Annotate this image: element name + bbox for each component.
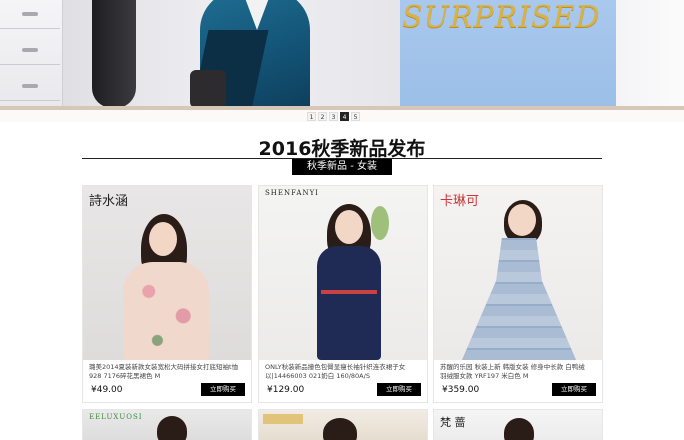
brand-logo: EELUXUOSI [89,413,143,421]
product-photo[interactable]: 詩水涵 [83,186,251,360]
product-price: ¥359.00 [442,385,480,395]
product-card-partial[interactable]: EELUXUOSI [82,409,252,440]
brand-logo: 詩水涵 [89,194,129,209]
product-price: ¥49.00 [91,385,123,395]
pager-dot-active[interactable]: 4 [340,112,349,121]
product-title[interactable]: 苏醒的乐园 秋装上新 韩版女装 修身中长款 白鸭绒 羽绒服女款 YRF197 米… [440,363,590,381]
buy-now-button[interactable]: 立即购买 [552,383,596,396]
banner-photo-left [0,0,400,108]
product-card[interactable]: SHENFANYI ONLY秋装新品撞色包臀显瘦长袖针织连衣裙子女 以|1446… [258,185,428,403]
brand-logo: SHENFANYI [265,189,319,197]
banner-pager: 1 2 3 4 5 [307,112,360,121]
buy-now-button[interactable]: 立即购买 [201,383,245,396]
product-card-partial[interactable] [258,409,428,440]
pager-dot[interactable]: 2 [318,112,327,121]
product-photo[interactable]: SHENFANYI [259,186,427,360]
product-title[interactable]: ONLY秋装新品撞色包臀显瘦长袖针织连衣裙子女 以|14466003 021奶白… [265,363,415,381]
product-price: ¥129.00 [267,385,305,395]
product-card-partial[interactable]: 梵 蔷 [433,409,603,440]
brand-logo: 卡琳可 [440,194,480,209]
dresser-image [0,0,63,108]
banner-slogan: SURPRISED [402,0,601,35]
section-subtitle: 秋季新品 - 女装 [292,159,392,175]
hero-banner[interactable]: SURPRISED 1 2 3 4 5 [0,0,684,122]
product-photo[interactable]: 卡琳可 [434,186,602,360]
pager-dot[interactable]: 1 [307,112,316,121]
pager-dot[interactable]: 3 [329,112,338,121]
pager-dot[interactable]: 5 [351,112,360,121]
brand-logo: 梵 蔷 [440,416,466,429]
buy-now-button[interactable]: 立即购买 [377,383,421,396]
product-card[interactable]: 詩水涵 璐美2014夏装新款女装宽松大码拼接女打底短袖t恤928 7176碎花黑… [82,185,252,403]
model-legs-image [92,0,136,108]
section-title: 2016秋季新品发布 [258,138,426,160]
product-title[interactable]: 璐美2014夏装新款女装宽松大码拼接女打底短袖t恤928 7176碎花黑裙色 M [89,363,239,381]
product-card[interactable]: 卡琳可 苏醒的乐园 秋装上新 韩版女装 修身中长款 白鸭绒 羽绒服女款 YRF1… [433,185,603,403]
handbag-image [190,70,226,108]
banner-slogan-panel: SURPRISED [400,0,616,108]
